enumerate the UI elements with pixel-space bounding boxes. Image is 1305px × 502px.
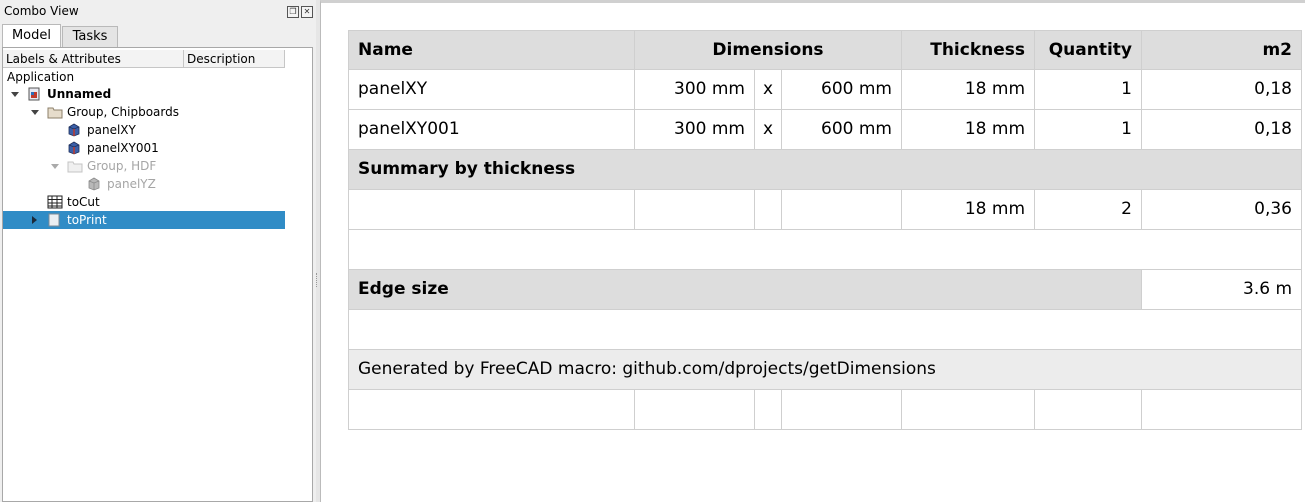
summary-thickness: 18 mm — [902, 190, 1035, 230]
summary-title: Summary by thickness — [348, 150, 1302, 190]
expand-arrow-icon[interactable] — [31, 110, 39, 115]
tree-label-panel: panelXY — [87, 123, 136, 137]
tree-item-tocut[interactable]: toCut — [3, 193, 285, 211]
empty-cell — [1035, 390, 1142, 430]
tree-label-spreadsheet: toCut — [67, 195, 100, 209]
page-icon — [48, 213, 60, 227]
tree-item-document[interactable]: Unnamed — [3, 85, 285, 103]
row2-thickness: 18 mm — [902, 110, 1035, 150]
tree-item-group-hdf[interactable]: Group, HDF — [3, 157, 285, 175]
row2-name: panelXY001 — [348, 110, 635, 150]
tree-root-application[interactable]: Application — [7, 68, 74, 86]
header-name: Name — [348, 30, 635, 70]
tree-label-panel: panelYZ — [107, 177, 156, 191]
empty-cell — [782, 390, 902, 430]
close-icon[interactable]: ✕ — [301, 6, 313, 18]
row1-quantity: 1 — [1035, 70, 1142, 110]
folder-icon — [47, 105, 63, 119]
expand-arrow-icon[interactable] — [11, 92, 19, 97]
empty-cell — [755, 390, 782, 430]
row1-x: x — [755, 70, 782, 110]
row1-m2: 0,18 — [1142, 70, 1302, 110]
folder-icon — [67, 159, 83, 173]
tree-item-group-chipboards[interactable]: Group, Chipboards — [3, 103, 285, 121]
float-icon[interactable]: ❐ — [287, 6, 299, 18]
row2-height: 600 mm — [782, 110, 902, 150]
spreadsheet-icon — [47, 195, 63, 209]
empty-cell — [348, 390, 635, 430]
row2-width: 300 mm — [635, 110, 755, 150]
summary-quantity: 2 — [1035, 190, 1142, 230]
combo-view-title: Combo View — [4, 4, 79, 18]
column-header-labels[interactable]: Labels & Attributes — [3, 50, 184, 68]
summary-empty-cell — [635, 190, 755, 230]
empty-cell — [902, 390, 1035, 430]
tree-label-panel: panelXY001 — [87, 141, 159, 155]
column-header-description[interactable]: Description — [184, 50, 285, 68]
row2-m2: 0,18 — [1142, 110, 1302, 150]
row1-thickness: 18 mm — [902, 70, 1035, 110]
empty-cell — [1142, 390, 1302, 430]
model-tree[interactable]: Labels & Attributes Description Applicat… — [2, 47, 313, 502]
summary-empty-cell — [348, 190, 635, 230]
expand-arrow-icon[interactable] — [51, 164, 59, 169]
edge-size-value: 3.6 m — [1142, 270, 1302, 310]
header-quantity: Quantity — [1035, 30, 1142, 70]
row2-quantity: 1 — [1035, 110, 1142, 150]
cube-icon — [67, 123, 81, 137]
tree-label-group: Group, Chipboards — [67, 105, 180, 119]
spacer-row — [348, 310, 1302, 350]
tab-tasks[interactable]: Tasks — [62, 26, 118, 47]
edge-size-label: Edge size — [348, 270, 1142, 310]
generated-by-footer: Generated by FreeCAD macro: github.com/d… — [348, 350, 1302, 390]
cube-icon — [67, 141, 81, 155]
header-dimensions: Dimensions — [635, 30, 902, 70]
row2-x: x — [755, 110, 782, 150]
summary-empty-cell — [755, 190, 782, 230]
tree-label-page: toPrint — [67, 213, 107, 227]
tree-item-panelxy[interactable]: panelXY — [3, 121, 285, 139]
row1-name: panelXY — [348, 70, 635, 110]
row1-height: 600 mm — [782, 70, 902, 110]
tree-label-document: Unnamed — [47, 87, 112, 101]
cube-icon — [87, 177, 101, 191]
row1-width: 300 mm — [635, 70, 755, 110]
tree-item-toprint[interactable]: toPrint — [3, 211, 285, 229]
tree-item-panelxy001[interactable]: panelXY001 — [3, 139, 285, 157]
expand-arrow-icon[interactable] — [32, 216, 37, 224]
summary-m2: 0,36 — [1142, 190, 1302, 230]
combo-view-panel: Combo View ❐ ✕ Model Tasks Labels & Attr… — [0, 0, 316, 502]
header-thickness: Thickness — [902, 30, 1035, 70]
summary-empty-cell — [782, 190, 902, 230]
tab-model[interactable]: Model — [2, 24, 61, 48]
tree-label-group: Group, HDF — [87, 159, 157, 173]
tree-item-panelyz[interactable]: panelYZ — [3, 175, 285, 193]
spacer-row — [348, 230, 1302, 270]
empty-cell — [635, 390, 755, 430]
header-m2: m2 — [1142, 30, 1302, 70]
document-icon — [27, 87, 41, 101]
